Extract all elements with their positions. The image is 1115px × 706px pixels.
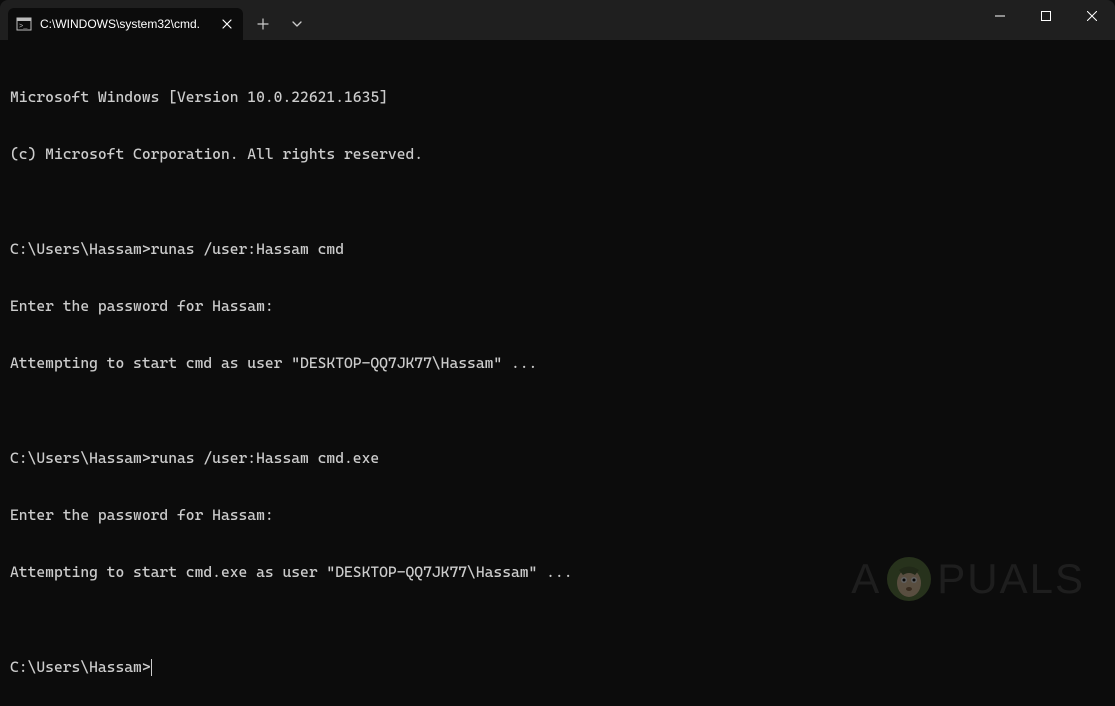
new-tab-button[interactable] bbox=[247, 10, 279, 38]
tab-title: C:\WINDOWS\system32\cmd. bbox=[40, 17, 211, 31]
tab-active[interactable]: >_ C:\WINDOWS\system32\cmd. bbox=[8, 8, 243, 40]
titlebar: >_ C:\WINDOWS\system32\cmd. bbox=[0, 0, 1115, 40]
minimize-button[interactable] bbox=[977, 0, 1023, 32]
terminal-prompt-line: C:\Users\Hassam> bbox=[10, 658, 1105, 677]
terminal-line: C:\Users\Hassam>runas /user:Hassam cmd bbox=[10, 240, 1105, 259]
cursor bbox=[151, 659, 153, 676]
terminal-line: C:\Users\Hassam>runas /user:Hassam cmd.e… bbox=[10, 449, 1105, 468]
terminal-line: Enter the password for Hassam: bbox=[10, 297, 1105, 316]
tab-actions bbox=[243, 8, 313, 40]
terminal-line: Microsoft Windows [Version 10.0.22621.16… bbox=[10, 88, 1105, 107]
cmd-icon: >_ bbox=[16, 16, 32, 32]
terminal-line: Enter the password for Hassam: bbox=[10, 506, 1105, 525]
svg-text:>_: >_ bbox=[19, 23, 28, 31]
terminal-line: (c) Microsoft Corporation. All rights re… bbox=[10, 145, 1105, 164]
terminal-output[interactable]: Microsoft Windows [Version 10.0.22621.16… bbox=[0, 40, 1115, 706]
tab-dropdown-button[interactable] bbox=[281, 10, 313, 38]
maximize-button[interactable] bbox=[1023, 0, 1069, 32]
close-button[interactable] bbox=[1069, 0, 1115, 32]
terminal-line: Attempting to start cmd as user "DESKTOP… bbox=[10, 354, 1105, 373]
terminal-prompt: C:\Users\Hassam> bbox=[10, 658, 151, 677]
window-controls bbox=[977, 0, 1115, 40]
terminal-line: Attempting to start cmd.exe as user "DES… bbox=[10, 563, 1105, 582]
tab-close-button[interactable] bbox=[219, 16, 235, 32]
